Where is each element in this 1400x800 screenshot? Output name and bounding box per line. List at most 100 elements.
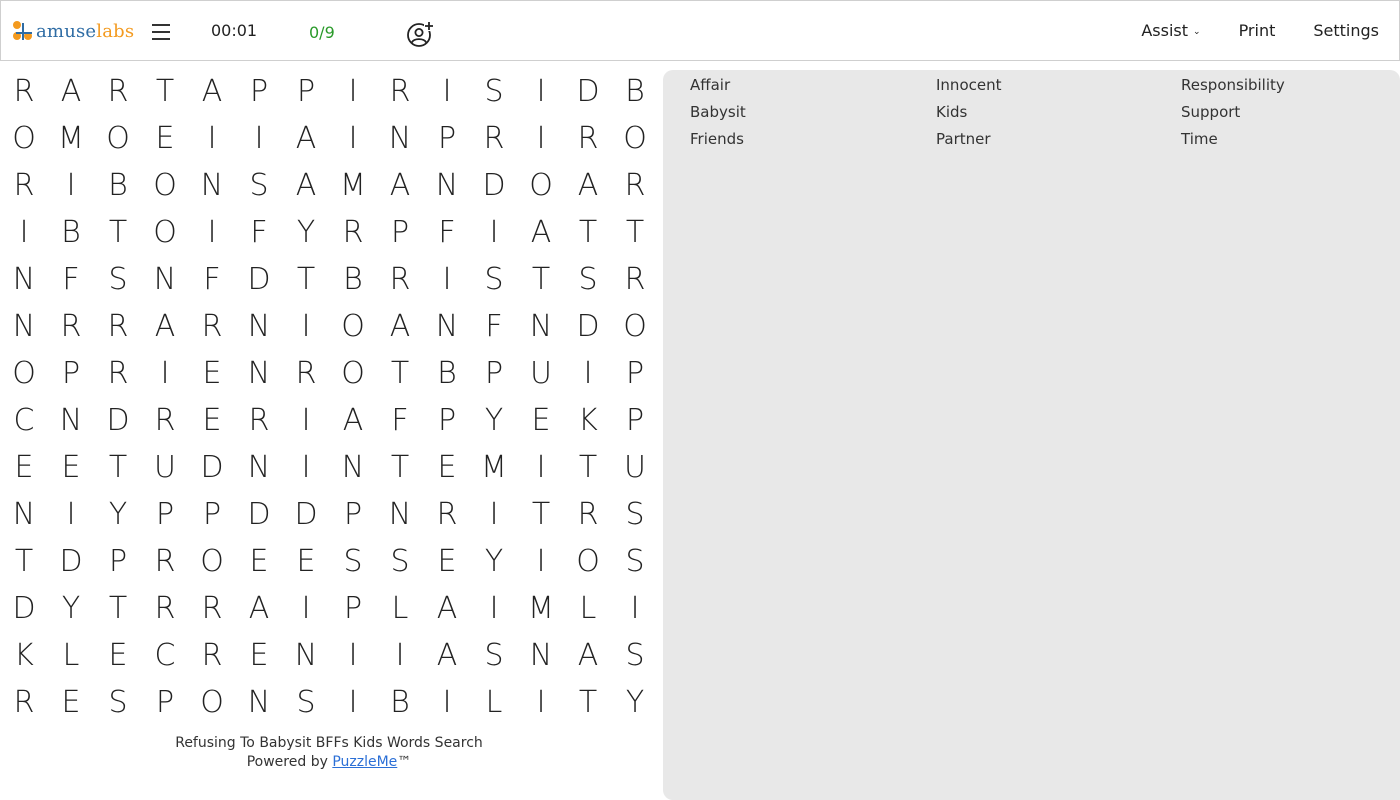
grid-cell[interactable]: O xyxy=(95,115,141,162)
grid-cell[interactable]: A xyxy=(283,115,329,162)
grid-cell[interactable]: Y xyxy=(471,397,517,444)
grid-cell[interactable]: I xyxy=(518,538,564,585)
grid-cell[interactable]: N xyxy=(1,303,47,350)
grid-cell[interactable]: I xyxy=(330,68,376,115)
grid-cell[interactable]: S xyxy=(612,491,658,538)
grid-cell[interactable]: T xyxy=(1,538,47,585)
grid-cell[interactable]: S xyxy=(236,162,282,209)
grid-cell[interactable]: O xyxy=(142,209,188,256)
grid-cell[interactable]: T xyxy=(518,491,564,538)
grid-cell[interactable]: I xyxy=(1,209,47,256)
grid-cell[interactable]: A xyxy=(518,209,564,256)
grid-cell[interactable]: R xyxy=(1,162,47,209)
grid-cell[interactable]: I xyxy=(330,679,376,726)
grid-cell[interactable]: P xyxy=(142,679,188,726)
grid-cell[interactable]: D xyxy=(48,538,94,585)
grid-cell[interactable]: I xyxy=(142,350,188,397)
grid-cell[interactable]: S xyxy=(471,256,517,303)
grid-cell[interactable]: N xyxy=(518,632,564,679)
grid-cell[interactable]: P xyxy=(236,68,282,115)
grid-cell[interactable]: R xyxy=(95,303,141,350)
grid-cell[interactable]: O xyxy=(1,115,47,162)
grid-cell[interactable]: M xyxy=(471,444,517,491)
grid-cell[interactable]: D xyxy=(189,444,235,491)
grid-cell[interactable]: E xyxy=(236,538,282,585)
grid-cell[interactable]: F xyxy=(189,256,235,303)
grid-cell[interactable]: E xyxy=(48,444,94,491)
grid-cell[interactable]: B xyxy=(48,209,94,256)
grid-cell[interactable]: N xyxy=(48,397,94,444)
grid-cell[interactable]: R xyxy=(189,303,235,350)
grid-cell[interactable]: D xyxy=(565,303,611,350)
grid-cell[interactable]: N xyxy=(1,256,47,303)
grid-cell[interactable]: A xyxy=(377,162,423,209)
grid-cell[interactable]: E xyxy=(1,444,47,491)
grid-cell[interactable]: Y xyxy=(283,209,329,256)
grid-cell[interactable]: Y xyxy=(471,538,517,585)
grid-cell[interactable]: I xyxy=(612,585,658,632)
grid-cell[interactable]: T xyxy=(95,585,141,632)
grid-cell[interactable]: I xyxy=(283,397,329,444)
grid-cell[interactable]: I xyxy=(471,491,517,538)
grid-cell[interactable]: B xyxy=(612,68,658,115)
word-list-item[interactable]: Responsibility xyxy=(1181,76,1285,94)
grid-cell[interactable]: R xyxy=(330,209,376,256)
grid-cell[interactable]: R xyxy=(95,68,141,115)
grid-cell[interactable]: E xyxy=(142,115,188,162)
grid-cell[interactable]: I xyxy=(330,115,376,162)
grid-cell[interactable]: T xyxy=(95,209,141,256)
word-list-item[interactable]: Time xyxy=(1181,130,1218,148)
grid-cell[interactable]: N xyxy=(236,444,282,491)
grid-cell[interactable]: P xyxy=(424,397,470,444)
grid-cell[interactable]: L xyxy=(565,585,611,632)
grid-cell[interactable]: U xyxy=(518,350,564,397)
settings-button[interactable]: Settings xyxy=(1313,21,1379,40)
grid-cell[interactable]: L xyxy=(471,679,517,726)
grid-cell[interactable]: R xyxy=(189,632,235,679)
grid-cell[interactable]: I xyxy=(471,209,517,256)
grid-cell[interactable]: N xyxy=(236,350,282,397)
grid-cell[interactable]: S xyxy=(471,632,517,679)
grid-cell[interactable]: F xyxy=(377,397,423,444)
grid-cell[interactable]: M xyxy=(518,585,564,632)
grid-cell[interactable]: D xyxy=(1,585,47,632)
grid-cell[interactable]: P xyxy=(330,491,376,538)
grid-cell[interactable]: S xyxy=(377,538,423,585)
word-list-item[interactable]: Partner xyxy=(936,130,991,148)
grid-cell[interactable]: N xyxy=(189,162,235,209)
grid-cell[interactable]: S xyxy=(283,679,329,726)
grid-cell[interactable]: K xyxy=(565,397,611,444)
grid-cell[interactable]: T xyxy=(377,350,423,397)
grid-cell[interactable]: A xyxy=(236,585,282,632)
grid-cell[interactable]: A xyxy=(48,68,94,115)
grid-cell[interactable]: N xyxy=(424,162,470,209)
grid-cell[interactable]: N xyxy=(142,256,188,303)
grid-cell[interactable]: I xyxy=(377,632,423,679)
grid-cell[interactable]: I xyxy=(48,162,94,209)
grid-cell[interactable]: A xyxy=(283,162,329,209)
grid-cell[interactable]: N xyxy=(330,444,376,491)
grid-cell[interactable]: R xyxy=(189,585,235,632)
grid-cell[interactable]: E xyxy=(48,679,94,726)
grid-cell[interactable]: B xyxy=(377,679,423,726)
grid-cell[interactable]: A xyxy=(565,632,611,679)
grid-cell[interactable]: I xyxy=(518,68,564,115)
grid-cell[interactable]: C xyxy=(142,632,188,679)
grid-cell[interactable]: A xyxy=(330,397,376,444)
add-user-button[interactable] xyxy=(406,20,434,48)
grid-cell[interactable]: I xyxy=(283,444,329,491)
grid-cell[interactable]: E xyxy=(283,538,329,585)
grid-cell[interactable]: R xyxy=(377,68,423,115)
grid-cell[interactable]: D xyxy=(565,68,611,115)
grid-cell[interactable]: R xyxy=(142,538,188,585)
grid-cell[interactable]: N xyxy=(236,303,282,350)
grid-cell[interactable]: R xyxy=(236,397,282,444)
grid-cell[interactable]: R xyxy=(95,350,141,397)
grid-cell[interactable]: N xyxy=(236,679,282,726)
grid-cell[interactable]: R xyxy=(142,397,188,444)
word-list-item[interactable]: Innocent xyxy=(936,76,1001,94)
grid-cell[interactable]: O xyxy=(1,350,47,397)
grid-cell[interactable]: R xyxy=(142,585,188,632)
grid-cell[interactable]: P xyxy=(424,115,470,162)
grid-cell[interactable]: D xyxy=(236,256,282,303)
